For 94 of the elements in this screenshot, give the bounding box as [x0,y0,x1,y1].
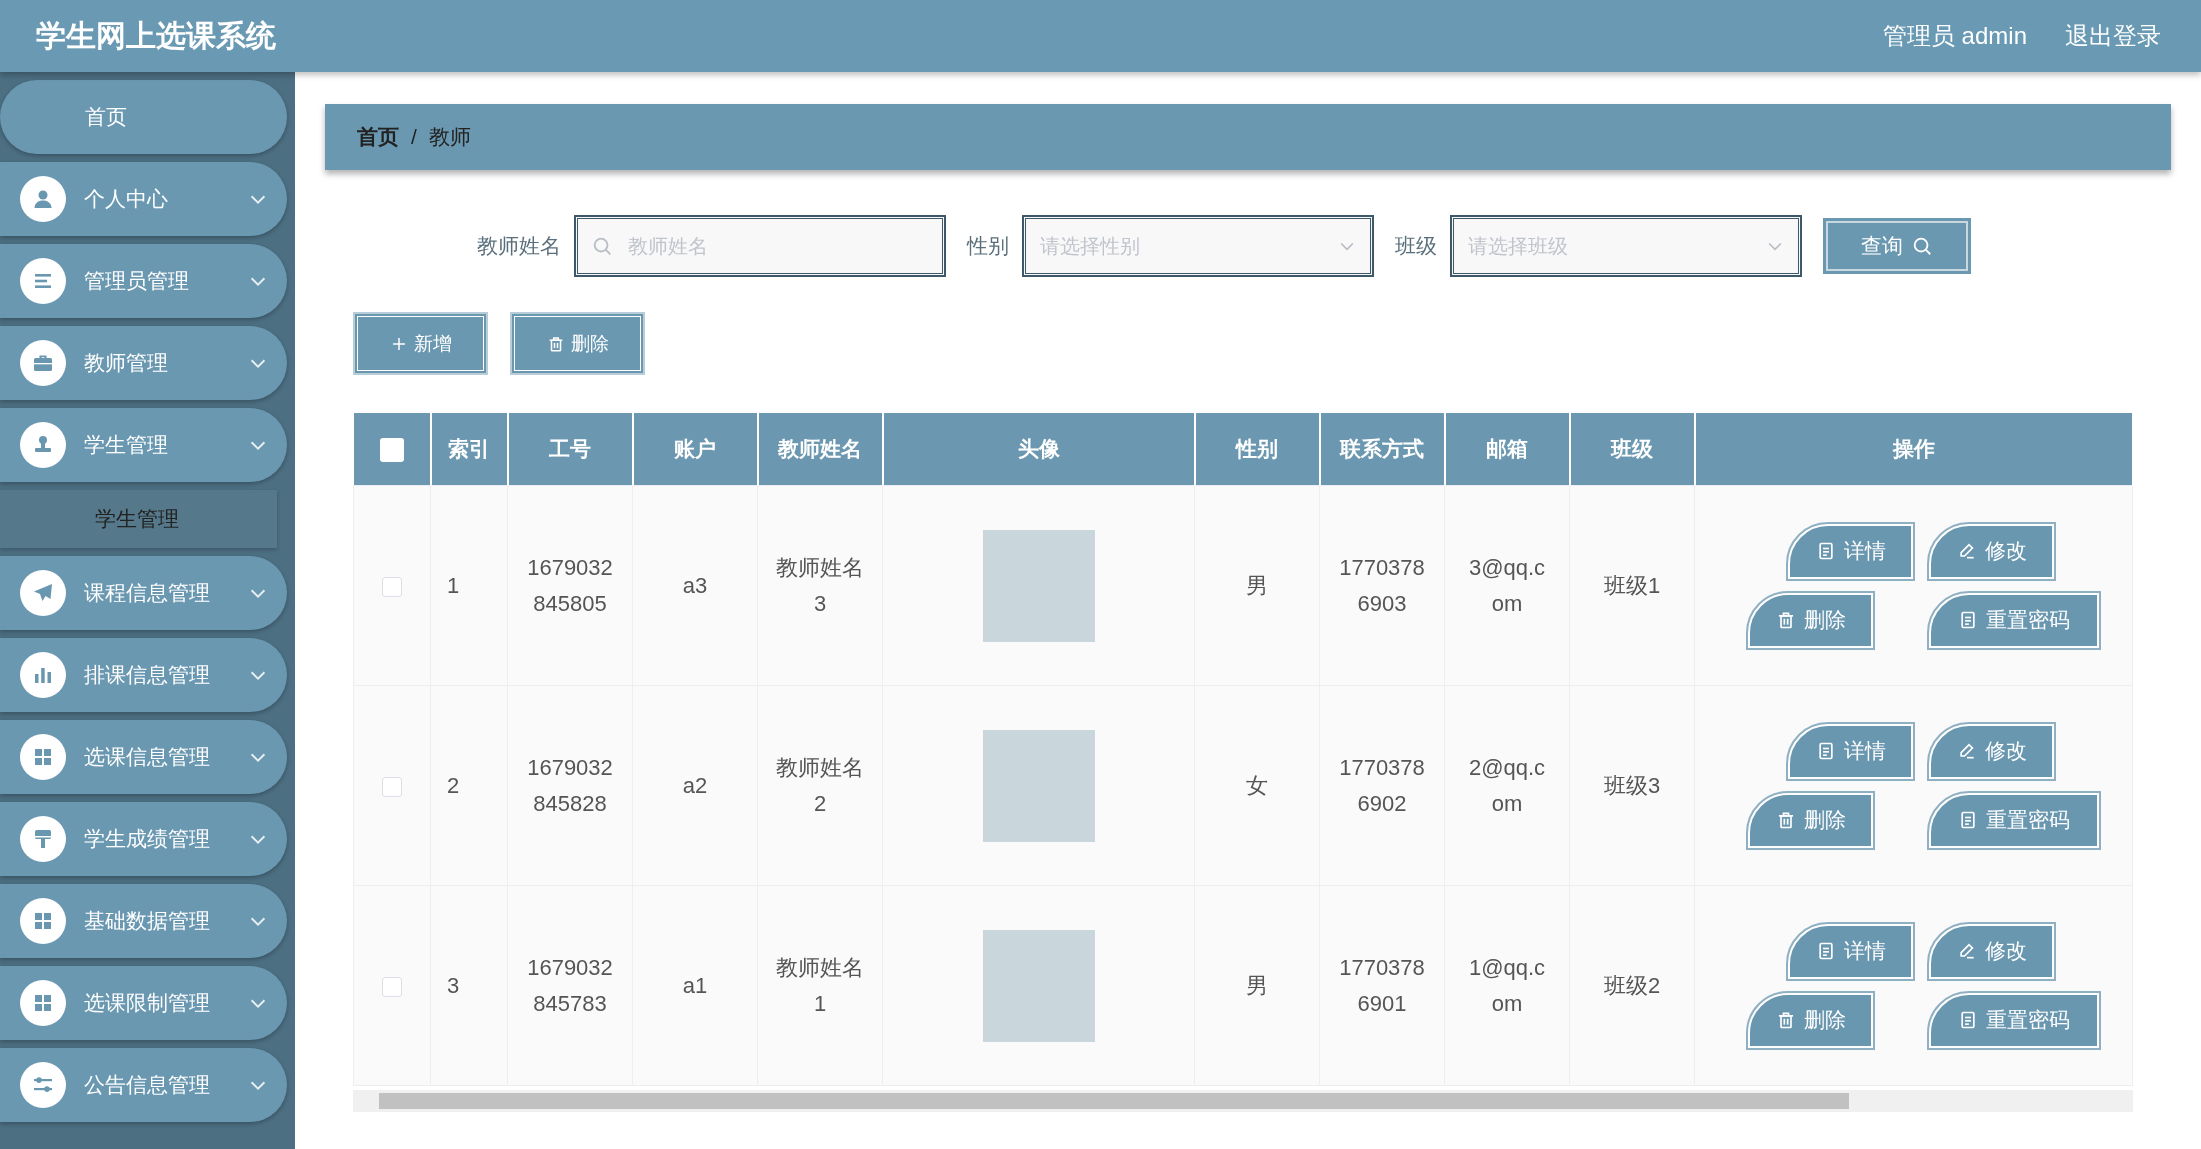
table-cell-text: 17703786902 [1338,754,1426,818]
column-header: 教师姓名 [757,413,883,486]
nav-menu-item[interactable]: 学生成绩管理 [0,802,287,876]
grid-icon [20,734,66,780]
column-header: 账户 [632,413,758,486]
column-header: 头像 [882,413,1195,486]
app-title: 学生网上选课系统 [36,17,277,54]
table-cell-text: 班级2 [1603,971,1661,1000]
table-cell-text: 3@qq.com [1467,554,1547,618]
nav-menu-item[interactable]: 选课限制管理 [0,966,287,1040]
nav-menu-item[interactable]: 基础数据管理 [0,884,287,958]
search-icon [591,235,613,257]
row-checkbox[interactable] [382,576,402,597]
table-cell-text: 1679032845828 [526,754,614,818]
breadcrumb-current: 教师 [428,124,471,150]
table-cell: 3 [447,972,460,998]
column-header: 操作 [1694,413,2133,486]
grid-icon [20,980,66,1026]
table-cell-text: 17703786903 [1338,554,1426,618]
edit-button[interactable]: 修改 [1929,923,2054,979]
column-header: 索引 [430,413,508,486]
reset-password-button[interactable]: 重置密码 [1929,792,2099,848]
row-checkbox[interactable] [382,976,402,997]
nav-menu-item[interactable]: 排课信息管理 [0,638,287,712]
table-cell-text: 男 [1246,971,1268,1000]
table-cell-text: a1 [682,971,708,1000]
column-header: 工号 [507,413,633,486]
table-cell-text: 女 [1246,771,1268,800]
table-cell-text: 教师姓名3 [775,554,865,618]
row-checkbox[interactable] [382,776,402,797]
nav-menu-item[interactable]: 公告信息管理 [0,1048,287,1122]
nav-menu-item[interactable]: 选课信息管理 [0,720,287,794]
bar-chart-icon [20,652,66,698]
detail-button[interactable]: 详情 [1788,523,1913,579]
reset-password-button[interactable]: 重置密码 [1929,992,2099,1048]
sliders-icon [20,1062,66,1108]
query-button[interactable]: 查询 [1823,218,1971,274]
select-field[interactable]: 请选择性别 [1023,216,1373,276]
edit-button[interactable]: 修改 [1929,723,2054,779]
delete-button[interactable]: 删除 [1748,992,1873,1048]
nav-menu-item[interactable]: 教师管理 [0,326,287,400]
table-cell-text: 1679032845805 [526,554,614,618]
list-icon [20,258,66,304]
table-cell-text: 1@qq.com [1467,954,1547,1018]
nav-menu-item[interactable]: 管理员管理 [0,244,287,318]
breadcrumb-separator: / [411,125,417,149]
paper-plane-icon [20,570,66,616]
document-icon [1958,1010,1978,1030]
breadcrumb-link[interactable]: 首页 [357,123,399,151]
table-cell-text: 班级3 [1603,771,1661,800]
nav-menu-item[interactable]: 学生管理 [0,408,287,482]
table-cell-text: a3 [682,571,708,600]
detail-button[interactable]: 详情 [1788,923,1913,979]
table-cell-text: 教师姓名1 [775,954,865,1018]
column-header: 联系方式 [1319,413,1445,486]
filter-label: 班级 [1395,233,1437,259]
table-cell-text: 班级1 [1603,571,1661,600]
teacher-name-field[interactable]: 教师姓名 [575,216,945,276]
table-cell: 1 [447,572,460,598]
horizontal-scrollbar[interactable] [353,1090,2133,1112]
nav-subitem[interactable]: 学生管理 [0,490,277,548]
select-all-checkbox[interactable] [379,437,404,462]
document-icon [1958,810,1978,830]
table-cell-text: 2@qq.com [1467,754,1547,818]
document-icon [1958,610,1978,630]
edit-button[interactable]: 修改 [1929,523,2054,579]
table-cell-text: a2 [682,771,708,800]
filter-label: 性别 [967,233,1009,259]
column-header: 性别 [1194,413,1320,486]
stamp-icon [20,422,66,468]
nav-menu-item[interactable]: 课程信息管理 [0,556,287,630]
logout-link[interactable]: 退出登录 [2065,20,2161,52]
briefcase-icon [20,340,66,386]
nav-item[interactable]: 首页 [0,80,287,154]
table-cell: 2 [447,772,460,798]
column-header: 班级 [1569,413,1695,486]
add-button[interactable]: 新增 [353,312,488,375]
detail-button[interactable]: 详情 [1788,723,1913,779]
delete-button[interactable]: 删除 [1748,592,1873,648]
reset-password-button[interactable]: 重置密码 [1929,592,2099,648]
table-cell-text: 教师姓名2 [775,754,865,818]
filter-label: 教师姓名 [477,233,561,259]
table-cell-text: 男 [1246,571,1268,600]
table-cell-text: 1679032845783 [526,954,614,1018]
nav-menu-item[interactable]: 个人中心 [0,162,287,236]
delete-button[interactable]: 删除 [1748,792,1873,848]
delete-button[interactable]: 删除 [510,312,645,375]
column-header: 邮箱 [1444,413,1570,486]
table-cell-text: 17703786901 [1338,954,1426,1018]
search-icon [1911,235,1933,257]
select-field[interactable]: 请选择班级 [1451,216,1801,276]
person-icon [20,176,66,222]
grid-icon [20,898,66,944]
user-name: 管理员 admin [1882,21,2027,51]
